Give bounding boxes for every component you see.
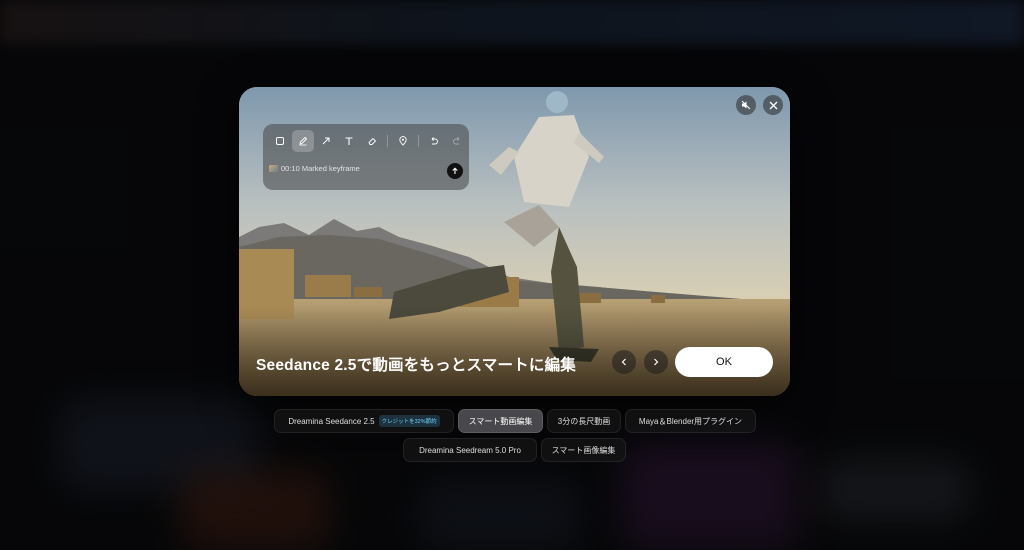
undo-icon [431, 137, 438, 145]
undo-button[interactable] [423, 130, 445, 152]
pill-label: スマート動画編集 [468, 416, 533, 426]
send-button[interactable] [447, 163, 463, 179]
pen-tool[interactable] [292, 130, 314, 152]
keyframe-thumbnail [269, 165, 278, 172]
pill-label: Maya＆Blender用プラグイン [638, 416, 743, 426]
location-tool[interactable] [392, 130, 414, 152]
redo-button[interactable] [446, 130, 468, 152]
feature-pill-smart-image-edit[interactable]: スマート画像編集 [541, 438, 626, 462]
rectangle-icon [276, 137, 284, 145]
feature-pill-seedream[interactable]: Dreamina Seedream 5.0 Pro [403, 438, 537, 462]
toolbar-divider [418, 135, 419, 147]
chevron-left-icon [621, 358, 626, 366]
location-pin-icon [399, 136, 407, 146]
close-icon [769, 101, 777, 109]
next-button[interactable] [644, 350, 668, 374]
slide-caption: Seedance 2.5で動画をもっとスマートに編集 [256, 357, 576, 374]
pill-label: スマート画像編集 [551, 445, 616, 455]
chevron-right-icon [654, 358, 659, 366]
keyframe-row: 00:10 Marked keyframe [269, 164, 360, 173]
savings-badge: クレジットを32%節約 [378, 415, 440, 427]
pill-label: Dreamina Seedream 5.0 Pro [419, 445, 521, 455]
tools-row [269, 130, 468, 152]
redo-icon [453, 137, 460, 145]
feature-modal: 00:10 Marked keyframe Seedance 2.5で動画をもっ… [239, 87, 790, 396]
pill-label: 3分の長尺動画 [557, 416, 611, 426]
pen-icon [299, 136, 308, 146]
rectangle-tool[interactable] [269, 130, 291, 152]
feature-pill-long-video[interactable]: 3分の長尺動画 [547, 409, 621, 433]
ok-button[interactable]: OK [675, 347, 773, 377]
text-tool[interactable] [338, 130, 360, 152]
speaker-muted-icon [741, 100, 751, 110]
close-button[interactable] [763, 95, 783, 115]
arrow-up-icon [452, 167, 458, 174]
arrow-tool[interactable] [315, 130, 337, 152]
annotation-toolbar: 00:10 Marked keyframe [263, 124, 469, 190]
feature-pill-plugin[interactable]: Maya＆Blender用プラグイン [625, 409, 756, 433]
keyframe-label: 00:10 Marked keyframe [281, 164, 360, 173]
eraser-tool[interactable] [361, 130, 383, 152]
eraser-icon [368, 137, 377, 145]
mute-button[interactable] [736, 95, 756, 115]
text-icon [345, 137, 353, 145]
previous-button[interactable] [612, 350, 636, 374]
arrow-icon [322, 137, 330, 145]
pill-label: Dreamina Seedance 2.5 [288, 416, 375, 426]
feature-pill-seedance[interactable]: Dreamina Seedance 2.5 クレジットを32%節約 [274, 409, 454, 433]
toolbar-divider [387, 135, 388, 147]
feature-pill-smart-video-edit[interactable]: スマート動画編集 [458, 409, 543, 433]
